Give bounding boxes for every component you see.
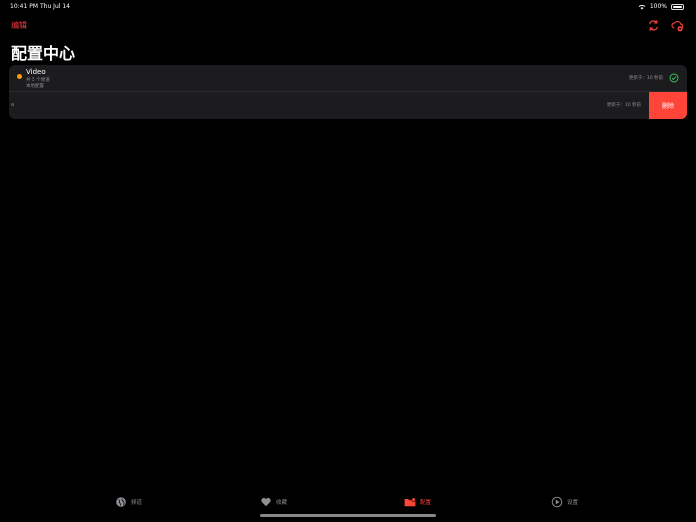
tab-label: 频道 [131,500,143,506]
heart-icon [261,497,271,507]
tab-label: 设置 [567,500,579,506]
config-item-video[interactable]: Video 共 5 个频道 本地配置 更新于：10 秒前 [9,65,687,92]
status-date: Thu Jul 14 [40,3,70,10]
status-time: 10:41 PM [10,3,38,10]
tab-config[interactable]: 配置 [404,496,431,508]
nav-actions [647,19,684,32]
cloud-add-icon[interactable] [671,19,684,32]
tab-channels[interactable]: 频道 [115,496,142,508]
config-item-source: 本地配置 [26,84,44,89]
refresh-icon[interactable] [647,19,660,32]
status-right: 100% [638,3,684,10]
page-title: 配置中心 [11,44,76,63]
globe-icon [116,497,126,507]
play-circle-icon [551,496,563,508]
wifi-icon [638,4,646,9]
delete-button[interactable]: 删除 [649,92,687,119]
folder-icon [404,497,416,507]
battery-percent: 100% [649,3,667,10]
tab-favorites[interactable]: 收藏 [260,496,287,508]
battery-icon [671,3,684,10]
config-item-updated: 更新于：10 秒前 [628,76,663,81]
checkmark-circle-icon [669,73,679,83]
tab-label: 配置 [420,500,432,506]
config-item-updated: 更新于：10 秒前 [606,103,641,108]
status-bar: 10:41 PM Thu Jul 14 100% [0,0,696,14]
tab-label: 收藏 [276,500,288,506]
tab-settings[interactable]: 设置 [551,496,578,508]
config-list: Video 共 5 个频道 本地配置 更新于：10 秒前 a 更新于：10 秒前… [9,65,687,119]
config-item-swiped[interactable]: a 更新于：10 秒前 删除 [9,92,687,119]
status-dot [17,74,22,79]
config-item-title: a [11,102,15,108]
tab-bar: 频道 收藏 配置 设置 [0,482,696,522]
home-indicator[interactable] [260,514,436,517]
config-item-title: Video [26,68,46,76]
edit-button[interactable]: 编辑 [11,20,27,31]
